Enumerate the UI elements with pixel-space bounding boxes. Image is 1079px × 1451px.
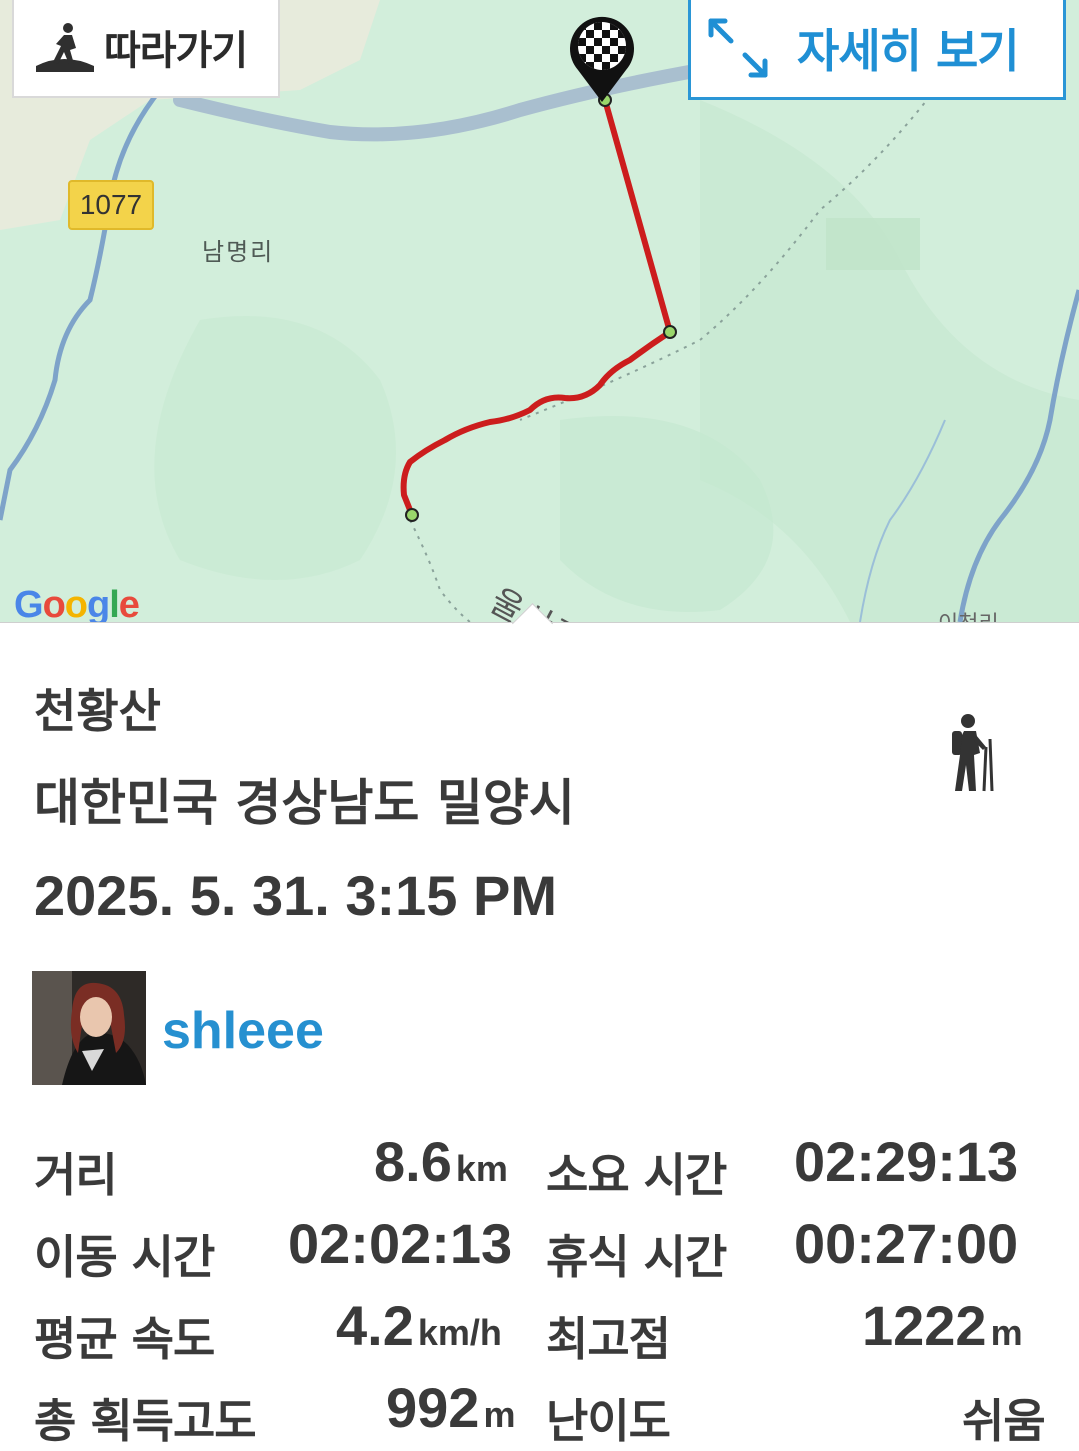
duration-value: 02:29:13: [794, 1130, 1019, 1193]
total-ascent-value: 992 m: [386, 1375, 515, 1440]
walking-person-icon: [36, 23, 94, 72]
view-details-button[interactable]: 자세히 보기: [688, 0, 1066, 100]
route-map[interactable]: 1077 남명리 울산광역 이천리 따라가기: [0, 0, 1079, 622]
place-label: 이천리: [938, 606, 999, 622]
avg-speed-label: 평균 속도: [34, 1312, 215, 1366]
distance-label: 거리: [34, 1148, 118, 1202]
duration-label: 소요 시간: [546, 1148, 727, 1202]
follow-label: 따라가기: [104, 28, 248, 74]
distance-unit: km: [455, 1148, 508, 1189]
route-point: [663, 325, 677, 339]
trail-location: 대한민국 경상남도 밀양시: [34, 774, 575, 832]
moving-time-value: 02:02:13: [288, 1212, 513, 1275]
avg-speed-number: 4.2: [336, 1294, 414, 1357]
username-link[interactable]: shleee: [162, 1001, 324, 1061]
max-altitude-unit: m: [990, 1312, 1023, 1353]
total-ascent-label: 총 획득고도: [34, 1394, 257, 1448]
max-altitude-value: 1222 m: [862, 1293, 1023, 1358]
hiker-icon: [952, 714, 994, 792]
view-details-label: 자세히 보기: [797, 24, 1020, 78]
difficulty-label: 난이도: [546, 1394, 671, 1448]
total-ascent-number: 992: [386, 1376, 480, 1439]
trail-info-panel: 천황산 대한민국 경상남도 밀양시 2025. 5. 31. 3:15 PM s…: [0, 602, 1079, 1448]
total-ascent-unit: m: [483, 1394, 516, 1435]
trail-datetime: 2025. 5. 31. 3:15 PM: [34, 864, 558, 927]
rest-time-value: 00:27:00: [794, 1212, 1019, 1275]
google-logo: Google: [14, 584, 140, 622]
distance-value: 8.6 km: [374, 1129, 508, 1194]
max-altitude-number: 1222: [862, 1294, 987, 1357]
trail-name: 천황산: [34, 684, 161, 738]
route-start-point: [405, 508, 419, 522]
max-altitude-label: 최고점: [546, 1312, 671, 1366]
avg-speed-value: 4.2 km/h: [336, 1293, 502, 1358]
distance-number: 8.6: [374, 1130, 452, 1193]
avg-speed-unit: km/h: [417, 1312, 502, 1353]
difficulty-value: 쉬움: [962, 1394, 1046, 1448]
road-number-badge: 1077: [68, 180, 154, 230]
moving-time-label: 이동 시간: [34, 1230, 215, 1284]
follow-button[interactable]: 따라가기: [12, 0, 280, 98]
expand-icon: [708, 18, 768, 78]
user-avatar[interactable]: [32, 971, 146, 1085]
village-label: 남명리: [202, 238, 275, 266]
finish-flag-icon: [570, 16, 634, 103]
rest-time-label: 휴식 시간: [546, 1230, 727, 1284]
